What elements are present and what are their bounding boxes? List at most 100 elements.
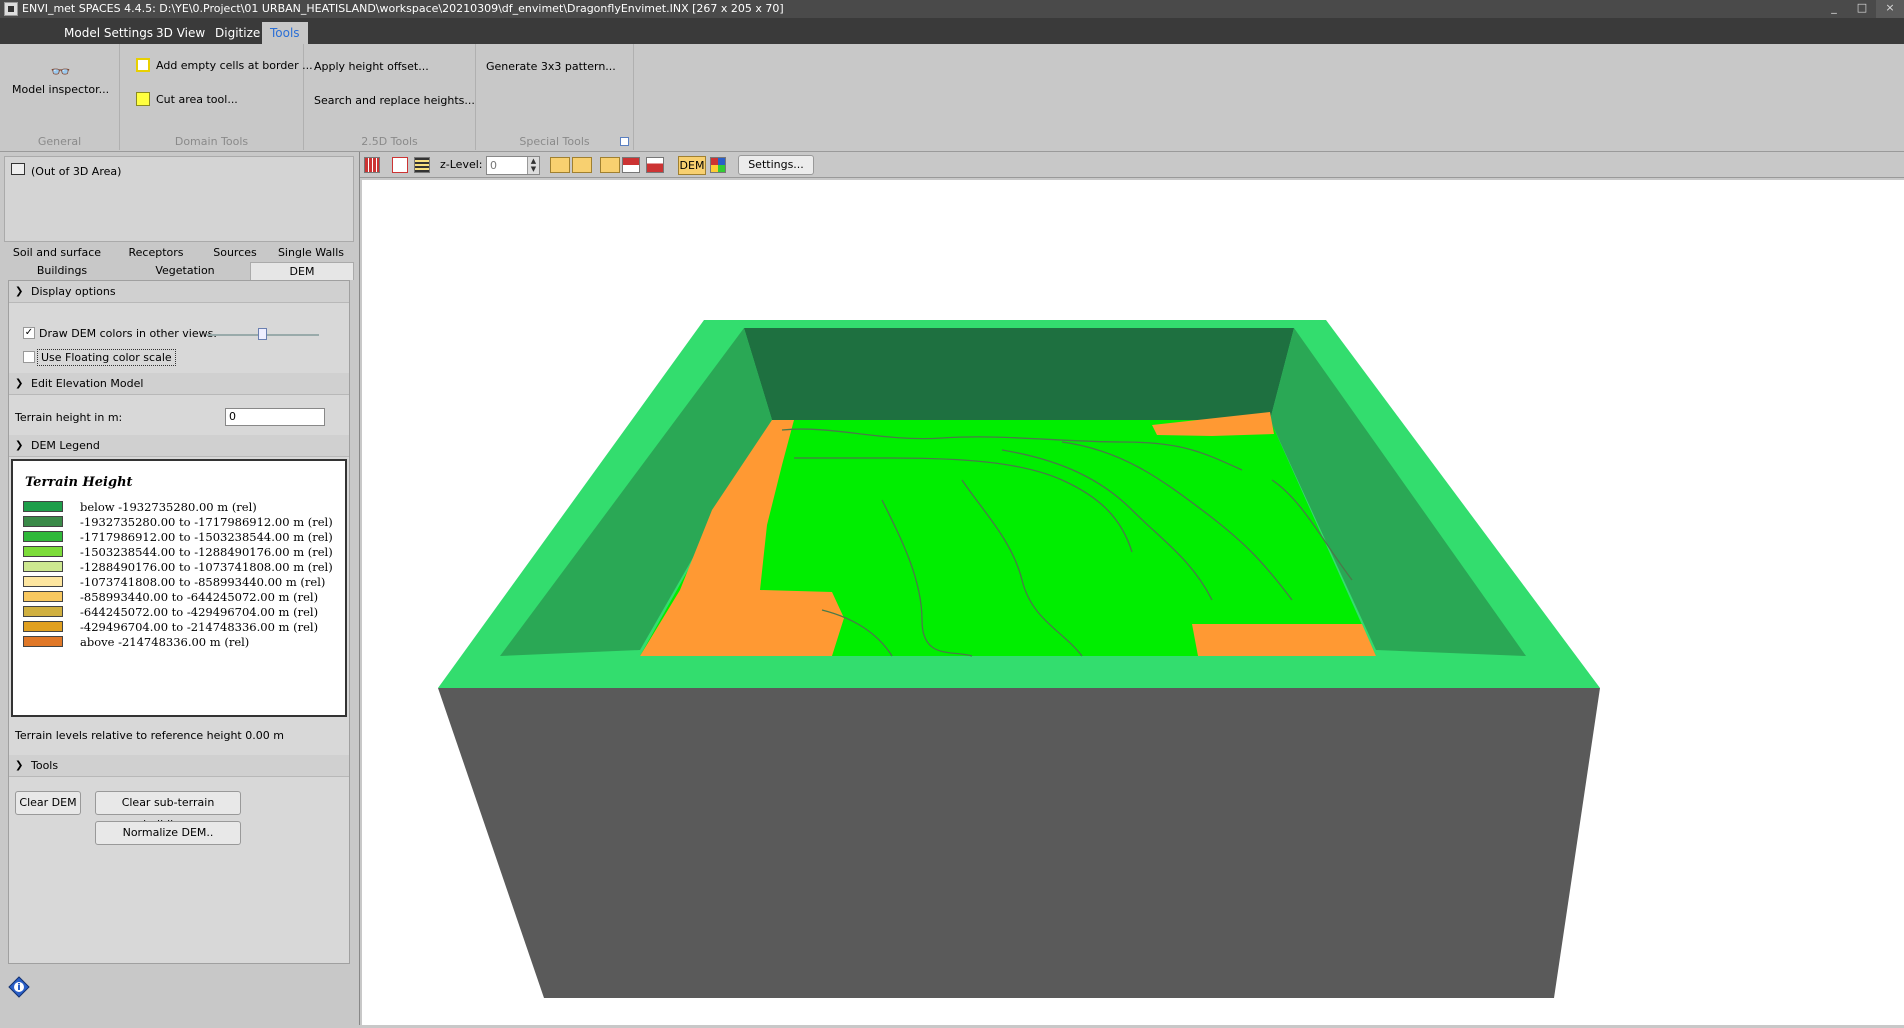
area-icon bbox=[11, 163, 25, 175]
draw-dem-colors-checkbox[interactable]: ✓ bbox=[23, 327, 35, 339]
area-info-box: (Out of 3D Area) bbox=[4, 156, 354, 242]
chevron-down-icon: ❯ bbox=[15, 378, 24, 389]
hide-grid-icon[interactable] bbox=[392, 157, 408, 173]
inner-back-wall bbox=[744, 328, 1294, 420]
tab-soil-surface[interactable]: Soil and surface bbox=[4, 244, 110, 262]
ribbon-group-2-5d: Apply height offset... Search and replac… bbox=[304, 44, 476, 150]
tab-model-settings[interactable]: Model Settings bbox=[56, 22, 161, 44]
legend-swatch bbox=[23, 546, 63, 557]
tab-single-walls[interactable]: Single Walls bbox=[268, 244, 354, 262]
floating-scale-checkbox[interactable] bbox=[23, 351, 35, 363]
legend-entry: below -1932735280.00 m (rel) bbox=[23, 499, 257, 514]
legend-swatch bbox=[23, 606, 63, 617]
info-icon[interactable] bbox=[8, 976, 30, 998]
dem-view-button[interactable]: DEM bbox=[678, 156, 706, 175]
ribbon-group-general: 👓 Model inspector... General bbox=[0, 44, 120, 150]
minimize-button[interactable]: _ bbox=[1820, 0, 1848, 18]
tab-3d-view[interactable]: 3D View bbox=[148, 22, 213, 44]
ribbon-group-special: Generate 3x3 pattern... Special Tools bbox=[476, 44, 634, 150]
draw-dem-colors-label: Draw DEM colors in other views. bbox=[39, 327, 217, 340]
tab-buildings[interactable]: Buildings bbox=[4, 262, 120, 280]
layer-up-icon[interactable] bbox=[572, 157, 592, 173]
legend-entry: -1717986912.00 to -1503238544.00 m (rel) bbox=[23, 529, 333, 544]
buildings-view-icon[interactable] bbox=[622, 157, 640, 173]
cut-area-icon bbox=[136, 92, 150, 106]
legend-label: -1932735280.00 to -1717986912.00 m (rel) bbox=[80, 514, 333, 529]
clear-dem-button[interactable]: Clear DEM bbox=[15, 791, 81, 815]
terrain-height-input[interactable]: 0 bbox=[225, 408, 325, 426]
section-title: DEM Legend bbox=[31, 439, 100, 452]
legend-label: -429496704.00 to -214748336.00 m (rel) bbox=[80, 619, 319, 634]
legend-swatch bbox=[23, 636, 63, 647]
clear-sub-terrain-button[interactable]: Clear sub-terrain buildings bbox=[95, 791, 241, 831]
section-tools[interactable]: ❯ Tools bbox=[9, 755, 349, 777]
section-title: Tools bbox=[31, 759, 59, 772]
layer-down-icon[interactable] bbox=[550, 157, 570, 173]
legend-entry: -858993440.00 to -644245072.00 m (rel) bbox=[23, 589, 318, 604]
left-panel: (Out of 3D Area) Soil and surface Recept… bbox=[0, 152, 360, 1025]
group-label-general: General bbox=[37, 135, 82, 148]
3d-view-canvas[interactable] bbox=[362, 180, 1904, 1025]
add-empty-cells-button[interactable]: Add empty cells at border ... bbox=[136, 58, 313, 72]
tab-sources[interactable]: Sources bbox=[202, 244, 268, 262]
section-dem-legend[interactable]: ❯ DEM Legend bbox=[9, 435, 349, 457]
generate-pattern-button[interactable]: Generate 3x3 pattern... bbox=[486, 60, 616, 73]
3d-model-render[interactable] bbox=[362, 180, 1904, 1025]
legend-label: -1073741808.00 to -858993440.00 m (rel) bbox=[80, 574, 326, 589]
spin-arrows-icon[interactable]: ▲ ▼ bbox=[527, 157, 539, 174]
dialog-launcher-icon[interactable] bbox=[620, 137, 629, 146]
z-level-input[interactable]: 0 ▲ ▼ bbox=[486, 156, 540, 175]
group-label-special: Special Tools bbox=[519, 135, 590, 148]
tab-dem[interactable]: DEM bbox=[250, 262, 354, 280]
settings-button[interactable]: Settings... bbox=[738, 155, 814, 175]
section-display-options[interactable]: ❯ Display options bbox=[9, 281, 349, 303]
app-icon bbox=[4, 2, 18, 16]
border-cells-icon bbox=[136, 58, 150, 72]
tab-receptors[interactable]: Receptors bbox=[110, 244, 202, 262]
tab-tools[interactable]: Tools bbox=[262, 22, 308, 44]
dem-panel-body: ❯ Display options ✓ Draw DEM colors in o… bbox=[8, 280, 350, 964]
legend-swatch bbox=[23, 501, 63, 512]
chevron-down-icon: ❯ bbox=[15, 760, 24, 771]
legend-entry: -1503238544.00 to -1288490176.00 m (rel) bbox=[23, 544, 333, 559]
legend-entry: -644245072.00 to -429496704.00 m (rel) bbox=[23, 604, 318, 619]
model-inspector-label: Model inspector... bbox=[12, 83, 110, 96]
title-bar: ENVI_met SPACES 4.4.5: D:\YE\0.Project\0… bbox=[0, 0, 1904, 18]
view-toolbar: z-Level: 0 ▲ ▼ DEM Settings... bbox=[360, 152, 1904, 178]
z-level-value: 0 bbox=[490, 159, 497, 172]
legend-swatch bbox=[23, 531, 63, 542]
grid-icon[interactable] bbox=[364, 157, 380, 173]
walls-view-icon[interactable] bbox=[646, 157, 664, 173]
normalize-dem-button[interactable]: Normalize DEM.. bbox=[95, 821, 241, 845]
ribbon: 👓 Model inspector... General Add empty c… bbox=[0, 44, 1904, 152]
model-inspector-button[interactable]: 👓 Model inspector... bbox=[12, 62, 109, 96]
section-edit-elevation[interactable]: ❯ Edit Elevation Model bbox=[9, 373, 349, 395]
panel-tabs-row1: Soil and surface Receptors Sources Singl… bbox=[4, 244, 354, 262]
legend-label: -1503238544.00 to -1288490176.00 m (rel) bbox=[80, 544, 333, 559]
color-map-icon[interactable] bbox=[710, 157, 726, 173]
slider-thumb[interactable] bbox=[258, 328, 267, 340]
group-label-2-5d: 2.5D Tools bbox=[361, 135, 418, 148]
tab-vegetation[interactable]: Vegetation bbox=[120, 262, 250, 280]
legend-heading: Terrain Height bbox=[25, 475, 133, 490]
grid-lines-icon[interactable] bbox=[414, 157, 430, 173]
close-button[interactable]: × bbox=[1876, 0, 1904, 18]
dem-legend: Terrain Height below -1932735280.00 m (r… bbox=[11, 459, 347, 717]
legend-swatch bbox=[23, 516, 63, 527]
tab-digitize[interactable]: Digitize bbox=[207, 22, 268, 44]
search-replace-heights-button[interactable]: Search and replace heights... bbox=[314, 94, 475, 107]
legend-label: -1288490176.00 to -1073741808.00 m (rel) bbox=[80, 559, 333, 574]
legend-label: above -214748336.00 m (rel) bbox=[80, 634, 250, 649]
floating-scale-label: Use Floating color scale bbox=[37, 349, 176, 366]
legend-entry: -429496704.00 to -214748336.00 m (rel) bbox=[23, 619, 318, 634]
legend-swatch bbox=[23, 621, 63, 632]
legend-swatch bbox=[23, 591, 63, 602]
legend-label: -644245072.00 to -429496704.00 m (rel) bbox=[80, 604, 319, 619]
cut-area-label: Cut area tool... bbox=[156, 92, 238, 106]
section-view-icon[interactable] bbox=[600, 157, 620, 173]
ribbon-group-domain: Add empty cells at border ... Cut area t… bbox=[120, 44, 313, 150]
apply-height-offset-button[interactable]: Apply height offset... bbox=[314, 60, 429, 73]
legend-label: below -1932735280.00 m (rel) bbox=[80, 499, 257, 514]
maximize-button[interactable]: □ bbox=[1848, 0, 1876, 18]
cut-area-button[interactable]: Cut area tool... bbox=[136, 92, 238, 106]
